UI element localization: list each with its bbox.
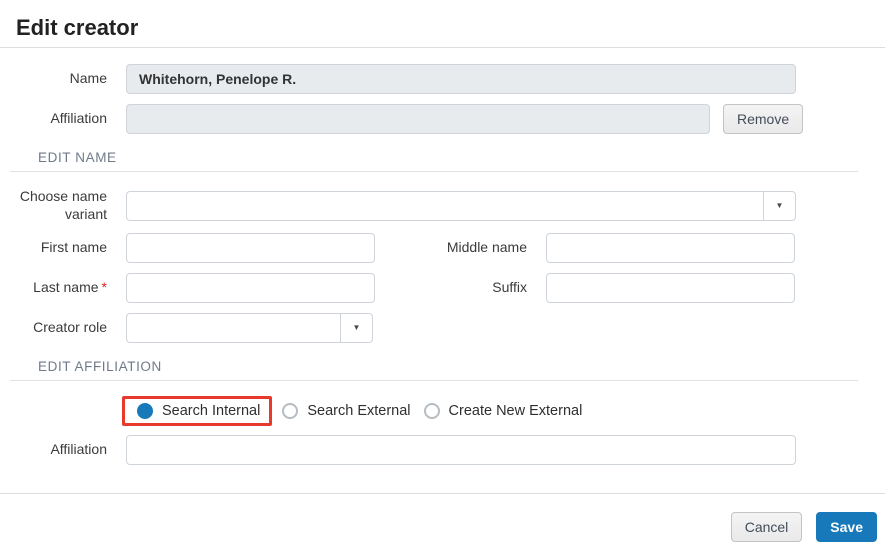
affiliation-top-input bbox=[126, 104, 710, 134]
name-variant-combo: ▼ bbox=[126, 190, 796, 221]
radio-search-external[interactable]: Search External bbox=[282, 403, 411, 419]
creator-role-dropdown-button[interactable]: ▼ bbox=[340, 313, 373, 343]
cancel-button[interactable]: Cancel bbox=[730, 512, 803, 542]
remove-button[interactable]: Remove bbox=[723, 104, 804, 134]
affiliation-top-label: Affiliation bbox=[50, 110, 107, 127]
radio-unselected-icon[interactable] bbox=[282, 403, 299, 419]
creator-role-label: Creator role bbox=[33, 319, 107, 336]
last-suffix-row: Last name * Suffix bbox=[0, 273, 885, 303]
edit-name-divider bbox=[10, 171, 858, 172]
name-variant-dropdown-button[interactable]: ▼ bbox=[763, 190, 796, 221]
first-name-input[interactable] bbox=[126, 233, 375, 263]
affiliation-search-radio-group: Search Internal Search External Create N… bbox=[122, 395, 885, 427]
name-variant-label: Choose name variant bbox=[19, 188, 107, 222]
edit-affiliation-divider bbox=[10, 380, 858, 381]
radio-unselected-icon[interactable] bbox=[423, 403, 440, 419]
footer-divider bbox=[0, 493, 885, 494]
name-label: Name bbox=[69, 70, 107, 87]
radio-search-internal[interactable]: Search Internal bbox=[137, 403, 260, 419]
dialog-title: Edit creator bbox=[16, 15, 139, 40]
name-variant-input[interactable] bbox=[126, 190, 763, 221]
middle-name-label: Middle name bbox=[446, 239, 527, 256]
name-variant-row: Choose name variant ▼ bbox=[0, 188, 885, 223]
chevron-down-icon: ▼ bbox=[352, 323, 361, 332]
affiliation-bottom-label: Affiliation bbox=[50, 441, 107, 458]
radio-search-external-label: Search External bbox=[307, 403, 411, 419]
affiliation-search-input[interactable] bbox=[126, 435, 796, 465]
affiliation-bottom-row: Affiliation bbox=[0, 435, 885, 465]
required-marker: * bbox=[101, 279, 107, 296]
last-name-label: Last name * bbox=[33, 279, 107, 296]
creator-role-input[interactable] bbox=[126, 313, 340, 343]
save-button[interactable]: Save bbox=[816, 512, 877, 542]
suffix-label: Suffix bbox=[492, 279, 527, 296]
chevron-down-icon: ▼ bbox=[775, 200, 784, 210]
radio-create-new-external[interactable]: Create New External bbox=[423, 403, 583, 419]
affiliation-top-row: Affiliation Remove bbox=[0, 104, 885, 134]
name-input bbox=[126, 64, 796, 94]
footer: Cancel Save bbox=[730, 512, 877, 542]
edit-affiliation-section-header: EDIT AFFILIATION bbox=[38, 359, 162, 374]
middle-name-input[interactable] bbox=[546, 233, 795, 263]
creator-role-combo: ▼ bbox=[126, 313, 373, 343]
radio-create-new-external-label: Create New External bbox=[448, 403, 583, 419]
radio-selected-icon[interactable] bbox=[137, 403, 153, 419]
radio-search-internal-label: Search Internal bbox=[162, 403, 261, 419]
suffix-input[interactable] bbox=[546, 273, 795, 303]
creator-role-row: Creator role ▼ bbox=[0, 313, 885, 343]
annotation-highlight-box: Search Internal bbox=[122, 396, 273, 426]
edit-name-section-header: EDIT NAME bbox=[38, 150, 117, 165]
name-row: Name bbox=[0, 64, 885, 94]
first-name-label: First name bbox=[40, 239, 107, 256]
last-name-input[interactable] bbox=[126, 273, 375, 303]
first-middle-row: First name Middle name bbox=[0, 233, 885, 263]
